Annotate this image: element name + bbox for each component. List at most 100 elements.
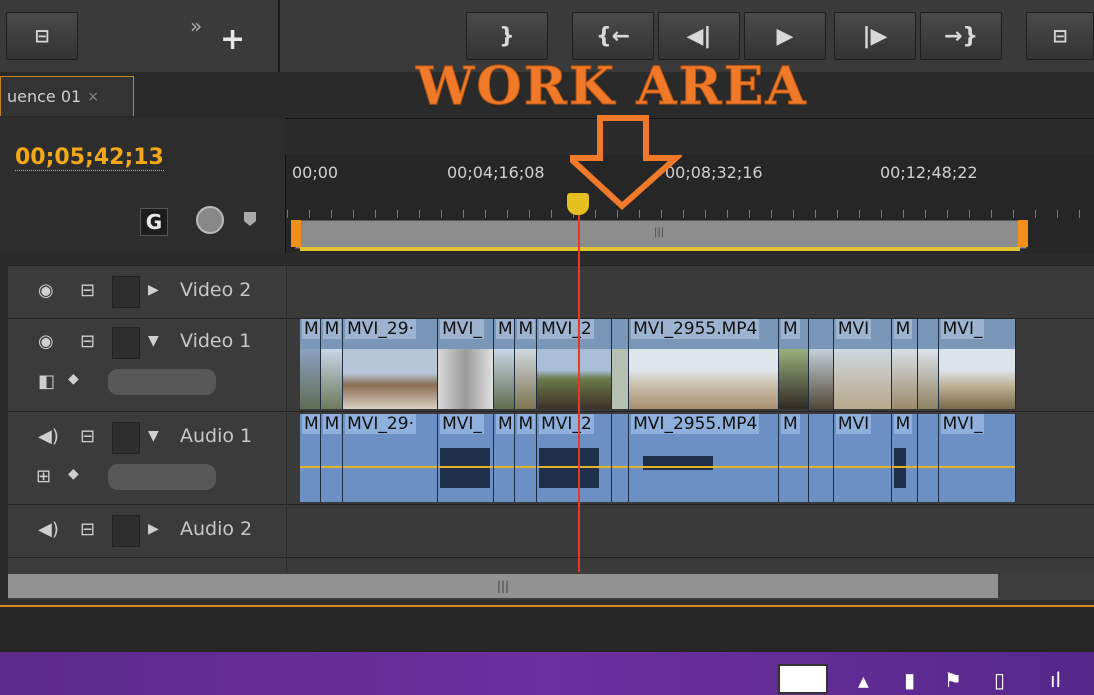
keyframe-navigator[interactable] [108,369,216,395]
keyframe-navigator[interactable] [108,464,216,490]
step-forward-button[interactable]: |▶ [834,12,916,60]
toolbar-divider [278,0,280,72]
video-clip[interactable] [612,319,630,409]
ruler-label: 00;00 [292,163,339,182]
track-header-audio1[interactable]: ◀) ⊟ ▼ Audio 1 ⊞ ◆ [8,411,286,504]
chevron-up-icon[interactable]: ▲ [858,674,869,690]
track-name: Audio 1 [180,425,253,447]
volume-icon[interactable]: ıl [1050,668,1061,692]
audio-clip[interactable]: MVI_2955.MP4 [629,414,779,502]
sync-lock-icon[interactable]: ⊟ [80,519,95,540]
eye-icon[interactable]: ◉ [38,331,54,352]
keyframe-icon[interactable]: ◆ [68,466,79,482]
add-marker-icon[interactable] [196,206,224,234]
eye-icon[interactable]: ◉ [38,280,54,301]
audio-clip[interactable] [918,414,939,502]
flag-icon[interactable]: ⚑ [944,668,962,692]
audio-clip[interactable]: M [891,414,919,502]
work-area-end-handle[interactable] [1018,220,1028,247]
video-clip[interactable]: M [493,319,515,409]
video-clip[interactable]: M [778,319,810,409]
audio1-clips: M M MVI_29· MVI_ M M MVI_2 MVI_2955.MP4 … [300,414,1016,502]
sync-lock-icon[interactable]: ⊟ [80,280,95,301]
video-clip[interactable]: M [514,319,538,409]
playhead-line[interactable] [578,200,580,572]
track-header-video1[interactable]: ◉ ⊟ ▼ Video 1 ◧ ◆ [8,318,286,411]
battery-icon[interactable]: ▯ [994,668,1005,692]
go-to-out-button[interactable]: →} [920,12,1002,60]
audio-clip[interactable]: MVI [833,414,892,502]
audio-clip[interactable]: M [778,414,810,502]
close-icon[interactable]: × [87,89,99,105]
video-clip[interactable]: MVI_2955.MP4 [629,319,779,409]
collapse-icon[interactable]: ▼ [148,333,159,349]
sequence-tab[interactable]: uence 01 × [0,76,134,116]
work-area-grip: ||| [654,227,665,238]
sequence-tab-label: uence 01 [7,87,82,106]
track-name: Video 1 [180,330,252,352]
keyframe-icon[interactable]: ◆ [68,371,79,387]
track-target[interactable] [112,515,140,547]
video-clip[interactable]: MVI_ [938,319,1016,409]
network-icon[interactable]: ▮ [904,668,915,692]
audio-clip[interactable]: MVI_29· [343,414,439,502]
track-header-audio2[interactable]: ◀) ⊟ ▶ Audio 2 [8,504,286,557]
step-back-button[interactable]: ◀| [658,12,740,60]
track-name: Audio 2 [180,518,253,540]
scrollbar-thumb[interactable]: ||| [8,574,998,598]
expand-icon[interactable]: ▶ [148,521,159,537]
speaker-icon[interactable]: ◀) [38,426,59,447]
go-to-in-button[interactable]: {← [572,12,654,60]
sync-lock-icon[interactable]: ⊟ [80,331,95,352]
playhead-handle[interactable] [567,193,589,215]
video-clip[interactable]: MVI [833,319,892,409]
add-button[interactable]: + [220,22,245,57]
video-clip[interactable] [918,319,939,409]
video-clip[interactable]: M [300,319,321,409]
work-area-start-handle[interactable] [291,220,301,247]
lane-partial [287,557,1094,573]
ruler-ticks [287,210,1094,218]
audio-clip[interactable] [612,414,630,502]
lane-audio2[interactable] [287,504,1094,557]
track-target[interactable] [112,422,140,454]
video-clip[interactable]: MVI_ [438,319,494,409]
windows-taskbar [0,652,1094,695]
export-frame-icon[interactable]: ⊟ [6,12,78,60]
track-header-partial [8,557,286,573]
expand-icon[interactable]: » [190,14,202,38]
play-button[interactable]: ▶ [744,12,826,60]
keyboard-icon[interactable] [778,664,828,694]
video-clip[interactable]: M [891,319,919,409]
work-area-bar[interactable]: ||| [295,220,1027,249]
track-target[interactable] [112,276,140,308]
mark-out-button[interactable]: } [466,12,548,60]
audio-clip[interactable]: MVI_ [938,414,1016,502]
audio-clip[interactable]: M [514,414,538,502]
video-clip[interactable]: M [320,319,344,409]
sync-lock-icon[interactable]: ⊟ [80,426,95,447]
work-area-indicator [300,247,1020,251]
audio-clip[interactable]: M [320,414,344,502]
video1-clips: M M MVI_29· MVI_ M M MVI_2 MVI_2955.MP4 … [300,319,1016,409]
video-clip[interactable]: MVI_2 [537,319,613,409]
video-clip[interactable]: MVI_29· [343,319,439,409]
expand-icon[interactable]: ▶ [148,282,159,298]
waveform-icon[interactable]: ⊞ [36,466,51,487]
lane-video2[interactable] [287,265,1094,318]
ruler-label: 00;12;48;22 [880,163,978,182]
audio-clip[interactable]: M [493,414,515,502]
current-timecode[interactable]: 00;05;42;13 [15,145,164,171]
audio-clip[interactable] [809,414,834,502]
track-header-video2[interactable]: ◉ ⊟ ▶ Video 2 [8,265,286,318]
audio-clip[interactable]: M [300,414,321,502]
export-icon[interactable]: ⊟ [1026,12,1094,60]
snap-icon[interactable]: G [140,208,168,236]
track-target[interactable] [112,327,140,359]
video-clip[interactable] [809,319,834,409]
collapse-icon[interactable]: ▼ [148,428,159,444]
audio-clip[interactable]: MVI_ [438,414,494,502]
display-style-icon[interactable]: ◧ [38,371,55,392]
audio-clip[interactable]: MVI_2 [537,414,613,502]
speaker-icon[interactable]: ◀) [38,519,59,540]
